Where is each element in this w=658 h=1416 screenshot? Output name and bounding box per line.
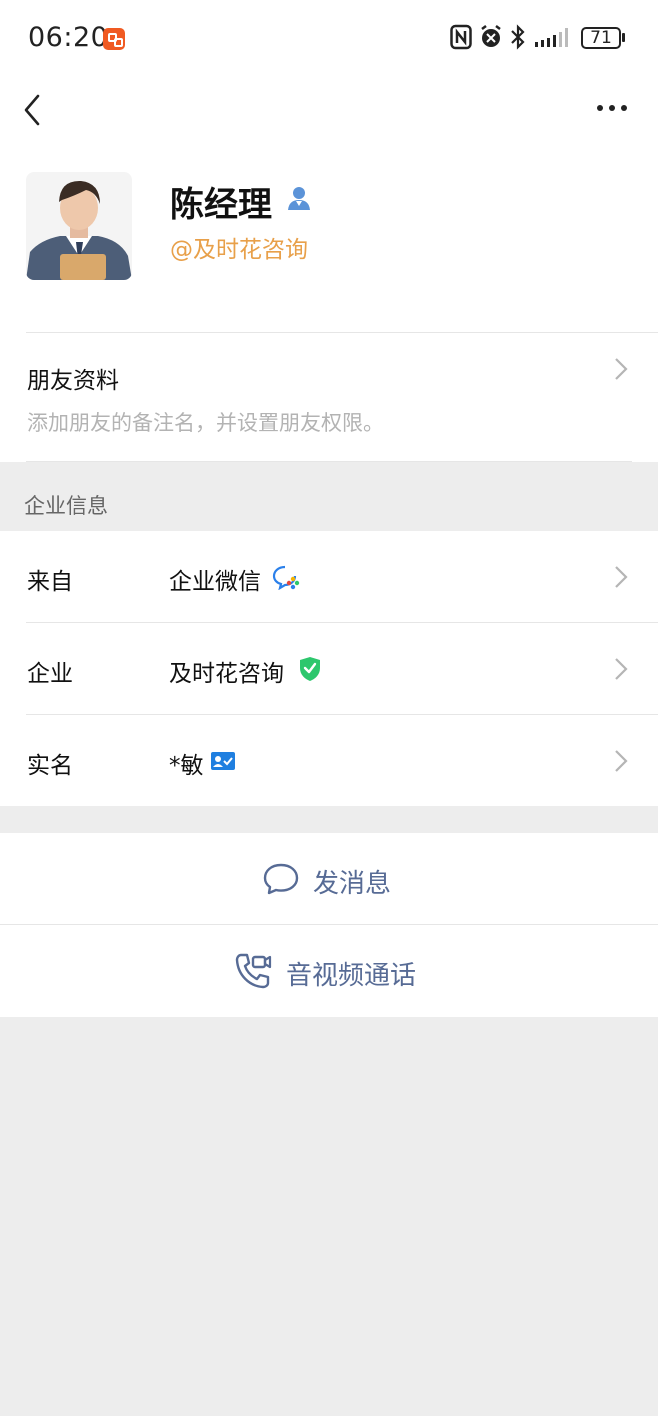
friend-info-row[interactable]: 朋友资料 添加朋友的备注名，并设置朋友权限。 <box>0 333 658 461</box>
row-value: *敏 <box>169 753 204 779</box>
person-badge-icon <box>288 187 310 210</box>
battery-icon: 71 <box>581 27 621 49</box>
chevron-right-icon <box>615 658 628 680</box>
send-message-button[interactable]: 发消息 <box>0 833 658 925</box>
enterprise-row-company[interactable]: 企业 及时花咨询 <box>0 623 658 715</box>
status-time: 06:20 <box>28 22 109 53</box>
chat-bubble-icon <box>263 863 299 895</box>
video-call-icon <box>235 953 272 989</box>
verified-shield-icon <box>300 657 320 681</box>
contact-organization[interactable]: @及时花咨询 <box>170 230 308 264</box>
chevron-right-icon <box>615 750 628 772</box>
send-message-label: 发消息 <box>313 869 392 899</box>
friend-info-subtitle: 添加朋友的备注名，并设置朋友权限。 <box>27 411 384 435</box>
video-call-button[interactable]: 音视频通话 <box>0 925 658 1017</box>
nfc-icon <box>450 24 472 50</box>
chevron-right-icon <box>615 358 628 380</box>
alarm-icon <box>481 25 501 47</box>
chevron-right-icon <box>615 566 628 588</box>
enterprise-section-label: 企业信息 <box>24 494 108 518</box>
app-notification-icon <box>103 28 125 50</box>
battery-level: 71 <box>590 28 612 48</box>
video-call-label: 音视频通话 <box>286 961 417 991</box>
row-value: 及时花咨询 <box>169 661 284 687</box>
battery-tip <box>622 33 625 42</box>
more-dots-icon[interactable] <box>594 98 630 118</box>
enterprise-row-realname[interactable]: 实名 *敏 <box>0 715 658 807</box>
chevron-left-icon[interactable] <box>20 90 56 130</box>
row-label: 实名 <box>27 753 73 779</box>
wecom-logo-icon <box>272 565 300 590</box>
enterprise-row-source[interactable]: 来自 企业微信 <box>0 531 658 623</box>
bluetooth-icon <box>511 24 525 50</box>
row-value: 企业微信 <box>169 569 261 595</box>
contact-name: 陈经理 <box>170 185 272 225</box>
status-bar: 06:20 71 <box>0 0 658 80</box>
avatar[interactable] <box>26 172 132 280</box>
friend-info-title: 朋友资料 <box>27 368 119 394</box>
signal-icon <box>535 28 568 47</box>
enterprise-info-list: 来自 企业微信 企业 及时花咨询 实名 *敏 <box>0 531 658 806</box>
id-card-icon <box>211 752 235 770</box>
row-label: 来自 <box>27 569 73 595</box>
row-label: 企业 <box>27 661 73 687</box>
divider <box>26 461 632 462</box>
